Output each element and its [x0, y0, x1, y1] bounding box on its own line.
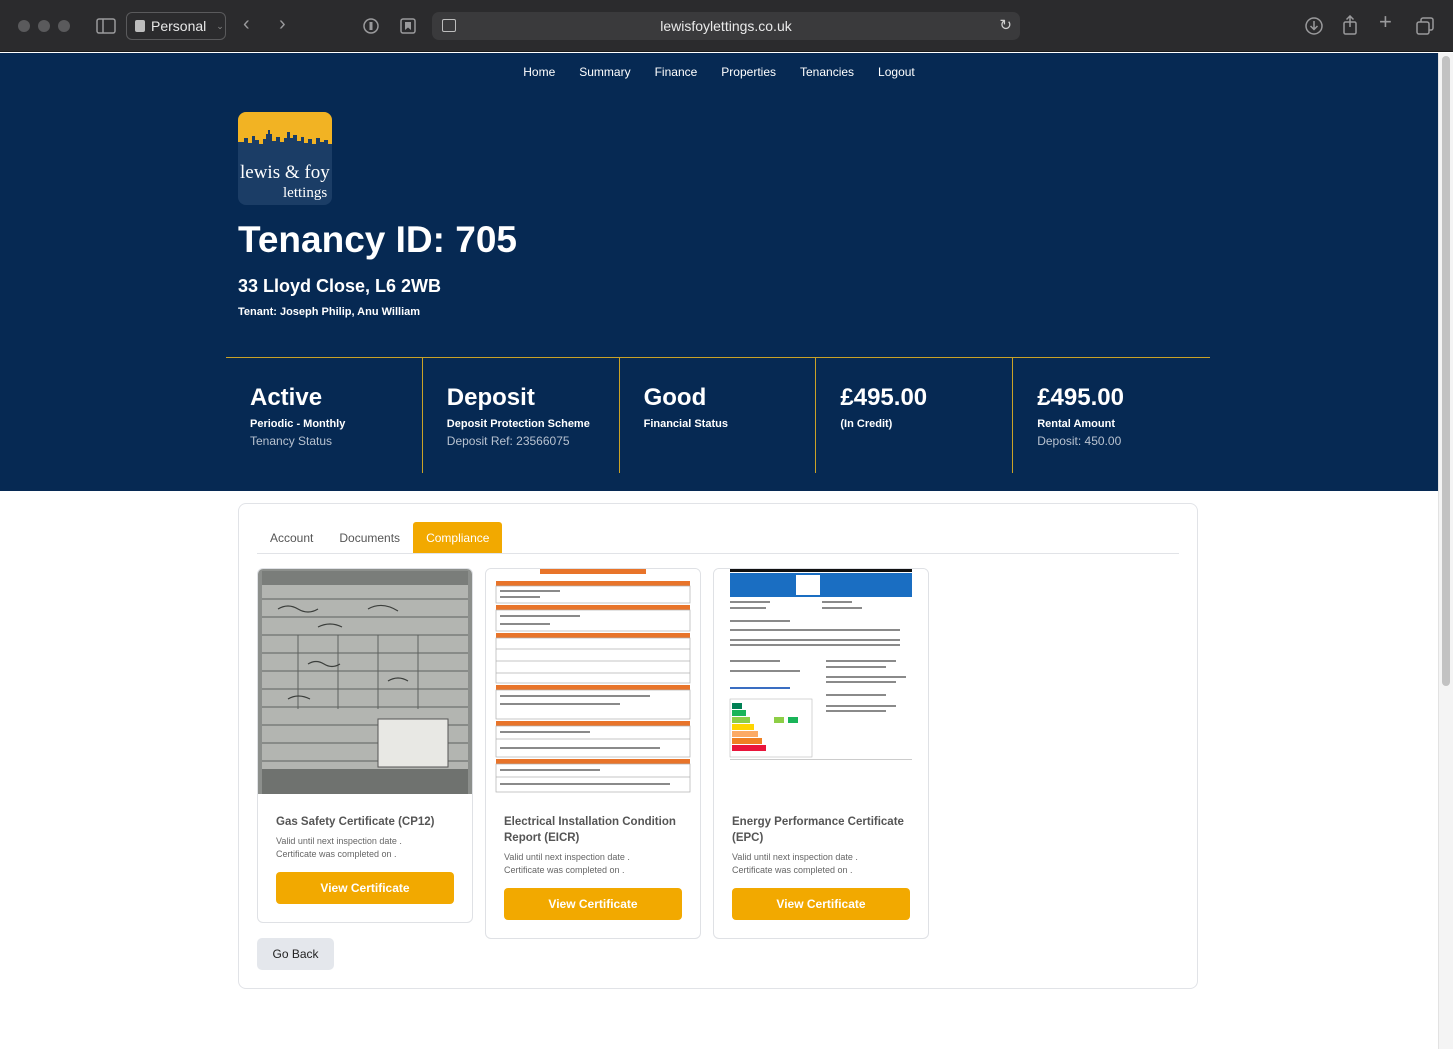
stat-balance: £495.00 (In Credit) — [816, 358, 1014, 473]
reload-icon[interactable]: ↻ — [999, 16, 1012, 34]
profile-label: Personal — [151, 18, 207, 34]
stat-subtitle: Financial Status — [643, 418, 728, 430]
url-text: lewisfoylettings.co.uk — [660, 18, 792, 34]
main-nav: Home Summary Finance Properties Tenancie… — [0, 65, 1438, 79]
tenancy-header: Home Summary Finance Properties Tenancie… — [0, 53, 1438, 491]
go-back-button[interactable]: Go Back — [257, 938, 334, 970]
property-address: 33 Lloyd Close, L6 2WB — [238, 276, 442, 296]
stats-row: Active Periodic - Monthly Tenancy Status… — [226, 357, 1210, 473]
certificate-title: Electrical Installation Condition Report… — [504, 816, 676, 844]
page-title: Tenancy ID: 705 — [238, 219, 517, 260]
profile-icon — [135, 20, 145, 32]
company-logo: lewis & foy lettings — [238, 112, 332, 205]
view-certificate-button[interactable]: View Certificate — [732, 888, 910, 920]
sidebar-toggle-icon[interactable] — [96, 18, 116, 38]
stat-value: Deposit — [446, 384, 535, 411]
tab-bar: Account Documents Compliance — [257, 522, 1179, 554]
stat-value: Active — [250, 384, 323, 411]
certificate-thumbnail[interactable] — [486, 569, 700, 794]
window-zoom-button[interactable] — [58, 20, 70, 32]
certificate-validity: Valid until next inspection date . — [504, 852, 630, 862]
stat-financial-status: Good Financial Status — [620, 358, 817, 473]
tab-account[interactable]: Account — [257, 522, 326, 553]
nav-logout[interactable]: Logout — [878, 65, 915, 79]
nav-properties[interactable]: Properties — [721, 65, 776, 79]
stat-value: £495.00 — [1037, 384, 1124, 411]
stat-deposit: Deposit Deposit Protection Scheme Deposi… — [423, 358, 620, 473]
certificate-completed: Certificate was completed on . — [504, 865, 625, 875]
nav-finance[interactable]: Finance — [655, 65, 698, 79]
stat-caption: Deposit Ref: 23566075 — [446, 434, 570, 448]
downloads-icon[interactable] — [1305, 17, 1323, 39]
certificate-completed: Certificate was completed on . — [732, 865, 853, 875]
tab-compliance[interactable]: Compliance — [413, 522, 503, 553]
stat-rental-amount: £495.00 Rental Amount Deposit: 450.00 — [1013, 358, 1210, 473]
view-certificate-button[interactable]: View Certificate — [276, 872, 454, 904]
bookmark-icon[interactable] — [400, 18, 416, 38]
page-scrollbar-thumb[interactable] — [1442, 56, 1450, 686]
new-tab-icon[interactable]: + — [1379, 11, 1392, 33]
profile-button[interactable]: Personal ⌄ — [126, 12, 226, 40]
certificate-card-epc: Energy Performance Certificate (EPC) Val… — [713, 568, 929, 939]
forward-icon[interactable]: › — [279, 14, 286, 34]
browser-toolbar: Personal ⌄ ‹ › lewisfoylettings.co.uk ↻ … — [0, 0, 1453, 52]
certificate-card-eicr: Electrical Installation Condition Report… — [485, 568, 701, 939]
stat-value: Good — [643, 384, 707, 411]
stat-subtitle: Periodic - Monthly — [250, 418, 346, 430]
logo-text-lettings: lettings — [283, 185, 328, 201]
back-icon[interactable]: ‹ — [243, 14, 250, 34]
stat-subtitle: (In Credit) — [840, 418, 893, 430]
certificate-details: Valid until next inspection date . Certi… — [276, 835, 454, 861]
certificate-details: Valid until next inspection date . Certi… — [504, 851, 682, 877]
tab-overview-icon[interactable] — [1416, 17, 1434, 39]
window-minimize-button[interactable] — [38, 20, 50, 32]
certificate-validity: Valid until next inspection date . — [276, 836, 402, 846]
stat-subtitle: Deposit Protection Scheme — [446, 418, 590, 430]
nav-summary[interactable]: Summary — [579, 65, 630, 79]
chevron-down-icon: ⌄ — [216, 20, 224, 31]
certificate-details: Valid until next inspection date . Certi… — [732, 851, 910, 877]
tenant-names: Tenant: Joseph Philip, Anu William — [238, 306, 421, 318]
certificate-thumbnail[interactable] — [714, 569, 928, 794]
nav-home[interactable]: Home — [523, 65, 555, 79]
nav-tenancies[interactable]: Tenancies — [800, 65, 854, 79]
stat-caption: Deposit: 450.00 — [1037, 434, 1122, 448]
certificate-card-gas: Gas Safety Certificate (CP12) Valid unti… — [257, 568, 473, 923]
view-certificate-button[interactable]: View Certificate — [504, 888, 682, 920]
share-icon[interactable] — [1342, 14, 1358, 39]
certificate-completed: Certificate was completed on . — [276, 849, 397, 859]
stat-caption: Tenancy Status — [250, 434, 333, 448]
certificate-validity: Valid until next inspection date . — [732, 852, 858, 862]
certificate-title: Gas Safety Certificate (CP12) — [276, 816, 435, 828]
password-manager-icon[interactable] — [363, 18, 379, 38]
stat-tenancy-status: Active Periodic - Monthly Tenancy Status — [226, 358, 423, 473]
tenancy-detail-card: Account Documents Compliance Gas Safety … — [238, 503, 1198, 989]
logo-text-name: lewis & foy — [240, 162, 330, 183]
stat-subtitle: Rental Amount — [1037, 418, 1115, 430]
stat-value: £495.00 — [840, 384, 928, 411]
certificate-thumbnail[interactable] — [258, 569, 472, 794]
page-menu-icon[interactable] — [442, 19, 456, 32]
window-close-button[interactable] — [18, 20, 30, 32]
address-bar[interactable]: lewisfoylettings.co.uk ↻ — [432, 12, 1020, 40]
certificate-title: Energy Performance Certificate (EPC) — [732, 816, 904, 844]
tab-documents[interactable]: Documents — [326, 522, 413, 553]
